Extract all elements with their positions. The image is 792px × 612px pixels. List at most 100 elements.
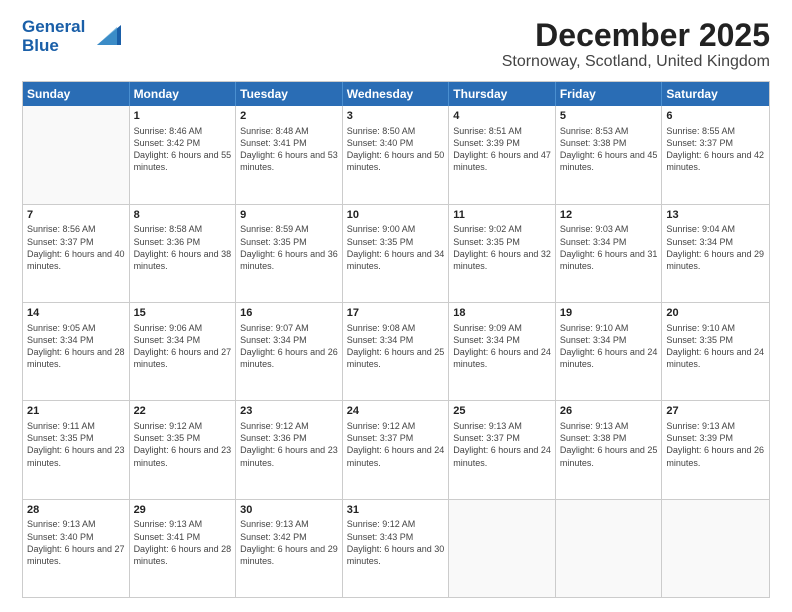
day-number: 28	[27, 503, 125, 518]
day-info: Sunrise: 8:48 AMSunset: 3:41 PMDaylight:…	[240, 125, 338, 174]
calendar: SundayMondayTuesdayWednesdayThursdayFrid…	[22, 81, 770, 598]
cal-row: 1Sunrise: 8:46 AMSunset: 3:42 PMDaylight…	[23, 106, 769, 204]
header: General Blue December 2025 Stornoway, Sc…	[22, 18, 770, 71]
day-info: Sunrise: 9:02 AMSunset: 3:35 PMDaylight:…	[453, 223, 551, 272]
cal-row: 7Sunrise: 8:56 AMSunset: 3:37 PMDaylight…	[23, 205, 769, 303]
cal-header-cell: Wednesday	[343, 82, 450, 106]
cal-cell: 2Sunrise: 8:48 AMSunset: 3:41 PMDaylight…	[236, 106, 343, 203]
logo-blue: Blue	[22, 37, 85, 56]
cal-cell: 3Sunrise: 8:50 AMSunset: 3:40 PMDaylight…	[343, 106, 450, 203]
day-info: Sunrise: 9:10 AMSunset: 3:35 PMDaylight:…	[666, 322, 765, 371]
day-number: 15	[134, 306, 232, 321]
cal-cell: 7Sunrise: 8:56 AMSunset: 3:37 PMDaylight…	[23, 205, 130, 302]
page-title: December 2025	[502, 18, 770, 53]
cal-header-cell: Saturday	[662, 82, 769, 106]
day-info: Sunrise: 9:12 AMSunset: 3:43 PMDaylight:…	[347, 518, 445, 567]
day-number: 20	[666, 306, 765, 321]
cal-cell: 5Sunrise: 8:53 AMSunset: 3:38 PMDaylight…	[556, 106, 663, 203]
day-number: 26	[560, 404, 658, 419]
cal-cell: 4Sunrise: 8:51 AMSunset: 3:39 PMDaylight…	[449, 106, 556, 203]
cal-header-cell: Tuesday	[236, 82, 343, 106]
logo-text: General Blue	[22, 18, 85, 55]
calendar-body: 1Sunrise: 8:46 AMSunset: 3:42 PMDaylight…	[23, 106, 769, 597]
cal-cell: 9Sunrise: 8:59 AMSunset: 3:35 PMDaylight…	[236, 205, 343, 302]
day-number: 3	[347, 109, 445, 124]
cal-cell: 25Sunrise: 9:13 AMSunset: 3:37 PMDayligh…	[449, 401, 556, 498]
day-info: Sunrise: 8:55 AMSunset: 3:37 PMDaylight:…	[666, 125, 765, 174]
cal-cell: 12Sunrise: 9:03 AMSunset: 3:34 PMDayligh…	[556, 205, 663, 302]
day-number: 22	[134, 404, 232, 419]
cal-header-cell: Thursday	[449, 82, 556, 106]
day-info: Sunrise: 8:58 AMSunset: 3:36 PMDaylight:…	[134, 223, 232, 272]
cal-cell: 11Sunrise: 9:02 AMSunset: 3:35 PMDayligh…	[449, 205, 556, 302]
cal-cell: 30Sunrise: 9:13 AMSunset: 3:42 PMDayligh…	[236, 500, 343, 597]
day-number: 4	[453, 109, 551, 124]
day-info: Sunrise: 9:03 AMSunset: 3:34 PMDaylight:…	[560, 223, 658, 272]
day-number: 9	[240, 208, 338, 223]
cal-cell: 20Sunrise: 9:10 AMSunset: 3:35 PMDayligh…	[662, 303, 769, 400]
cal-cell: 22Sunrise: 9:12 AMSunset: 3:35 PMDayligh…	[130, 401, 237, 498]
day-number: 17	[347, 306, 445, 321]
day-info: Sunrise: 8:51 AMSunset: 3:39 PMDaylight:…	[453, 125, 551, 174]
day-info: Sunrise: 8:59 AMSunset: 3:35 PMDaylight:…	[240, 223, 338, 272]
day-number: 30	[240, 503, 338, 518]
day-info: Sunrise: 9:09 AMSunset: 3:34 PMDaylight:…	[453, 322, 551, 371]
cal-cell: 10Sunrise: 9:00 AMSunset: 3:35 PMDayligh…	[343, 205, 450, 302]
day-info: Sunrise: 9:13 AMSunset: 3:37 PMDaylight:…	[453, 420, 551, 469]
cal-row: 21Sunrise: 9:11 AMSunset: 3:35 PMDayligh…	[23, 401, 769, 499]
day-number: 2	[240, 109, 338, 124]
cal-cell: 18Sunrise: 9:09 AMSunset: 3:34 PMDayligh…	[449, 303, 556, 400]
day-info: Sunrise: 9:12 AMSunset: 3:37 PMDaylight:…	[347, 420, 445, 469]
day-number: 13	[666, 208, 765, 223]
day-info: Sunrise: 9:05 AMSunset: 3:34 PMDaylight:…	[27, 322, 125, 371]
day-info: Sunrise: 8:56 AMSunset: 3:37 PMDaylight:…	[27, 223, 125, 272]
cal-cell: 19Sunrise: 9:10 AMSunset: 3:34 PMDayligh…	[556, 303, 663, 400]
cal-cell	[662, 500, 769, 597]
cal-cell	[556, 500, 663, 597]
page-subtitle: Stornoway, Scotland, United Kingdom	[502, 53, 770, 71]
cal-cell	[23, 106, 130, 203]
day-info: Sunrise: 9:07 AMSunset: 3:34 PMDaylight:…	[240, 322, 338, 371]
cal-cell: 27Sunrise: 9:13 AMSunset: 3:39 PMDayligh…	[662, 401, 769, 498]
cal-cell: 24Sunrise: 9:12 AMSunset: 3:37 PMDayligh…	[343, 401, 450, 498]
cal-cell: 13Sunrise: 9:04 AMSunset: 3:34 PMDayligh…	[662, 205, 769, 302]
day-number: 12	[560, 208, 658, 223]
cal-cell: 21Sunrise: 9:11 AMSunset: 3:35 PMDayligh…	[23, 401, 130, 498]
day-info: Sunrise: 8:46 AMSunset: 3:42 PMDaylight:…	[134, 125, 232, 174]
calendar-header: SundayMondayTuesdayWednesdayThursdayFrid…	[23, 82, 769, 106]
cal-cell: 26Sunrise: 9:13 AMSunset: 3:38 PMDayligh…	[556, 401, 663, 498]
day-info: Sunrise: 9:11 AMSunset: 3:35 PMDaylight:…	[27, 420, 125, 469]
day-info: Sunrise: 9:00 AMSunset: 3:35 PMDaylight:…	[347, 223, 445, 272]
day-number: 31	[347, 503, 445, 518]
day-number: 8	[134, 208, 232, 223]
day-info: Sunrise: 9:12 AMSunset: 3:36 PMDaylight:…	[240, 420, 338, 469]
day-info: Sunrise: 9:12 AMSunset: 3:35 PMDaylight:…	[134, 420, 232, 469]
cal-cell: 31Sunrise: 9:12 AMSunset: 3:43 PMDayligh…	[343, 500, 450, 597]
cal-cell: 8Sunrise: 8:58 AMSunset: 3:36 PMDaylight…	[130, 205, 237, 302]
day-info: Sunrise: 9:13 AMSunset: 3:40 PMDaylight:…	[27, 518, 125, 567]
day-info: Sunrise: 9:06 AMSunset: 3:34 PMDaylight:…	[134, 322, 232, 371]
day-info: Sunrise: 9:08 AMSunset: 3:34 PMDaylight:…	[347, 322, 445, 371]
cal-cell: 17Sunrise: 9:08 AMSunset: 3:34 PMDayligh…	[343, 303, 450, 400]
cal-header-cell: Sunday	[23, 82, 130, 106]
cal-cell: 1Sunrise: 8:46 AMSunset: 3:42 PMDaylight…	[130, 106, 237, 203]
cal-row: 28Sunrise: 9:13 AMSunset: 3:40 PMDayligh…	[23, 500, 769, 597]
day-info: Sunrise: 9:13 AMSunset: 3:42 PMDaylight:…	[240, 518, 338, 567]
page: General Blue December 2025 Stornoway, Sc…	[0, 0, 792, 612]
cal-cell: 15Sunrise: 9:06 AMSunset: 3:34 PMDayligh…	[130, 303, 237, 400]
logo-general: General	[22, 17, 85, 36]
cal-header-cell: Friday	[556, 82, 663, 106]
day-number: 1	[134, 109, 232, 124]
day-number: 24	[347, 404, 445, 419]
day-number: 14	[27, 306, 125, 321]
day-number: 7	[27, 208, 125, 223]
day-info: Sunrise: 9:04 AMSunset: 3:34 PMDaylight:…	[666, 223, 765, 272]
day-info: Sunrise: 8:50 AMSunset: 3:40 PMDaylight:…	[347, 125, 445, 174]
day-number: 10	[347, 208, 445, 223]
title-block: December 2025 Stornoway, Scotland, Unite…	[502, 18, 770, 71]
day-info: Sunrise: 9:13 AMSunset: 3:38 PMDaylight:…	[560, 420, 658, 469]
day-number: 19	[560, 306, 658, 321]
cal-cell: 28Sunrise: 9:13 AMSunset: 3:40 PMDayligh…	[23, 500, 130, 597]
day-info: Sunrise: 9:13 AMSunset: 3:41 PMDaylight:…	[134, 518, 232, 567]
logo: General Blue	[22, 18, 121, 55]
